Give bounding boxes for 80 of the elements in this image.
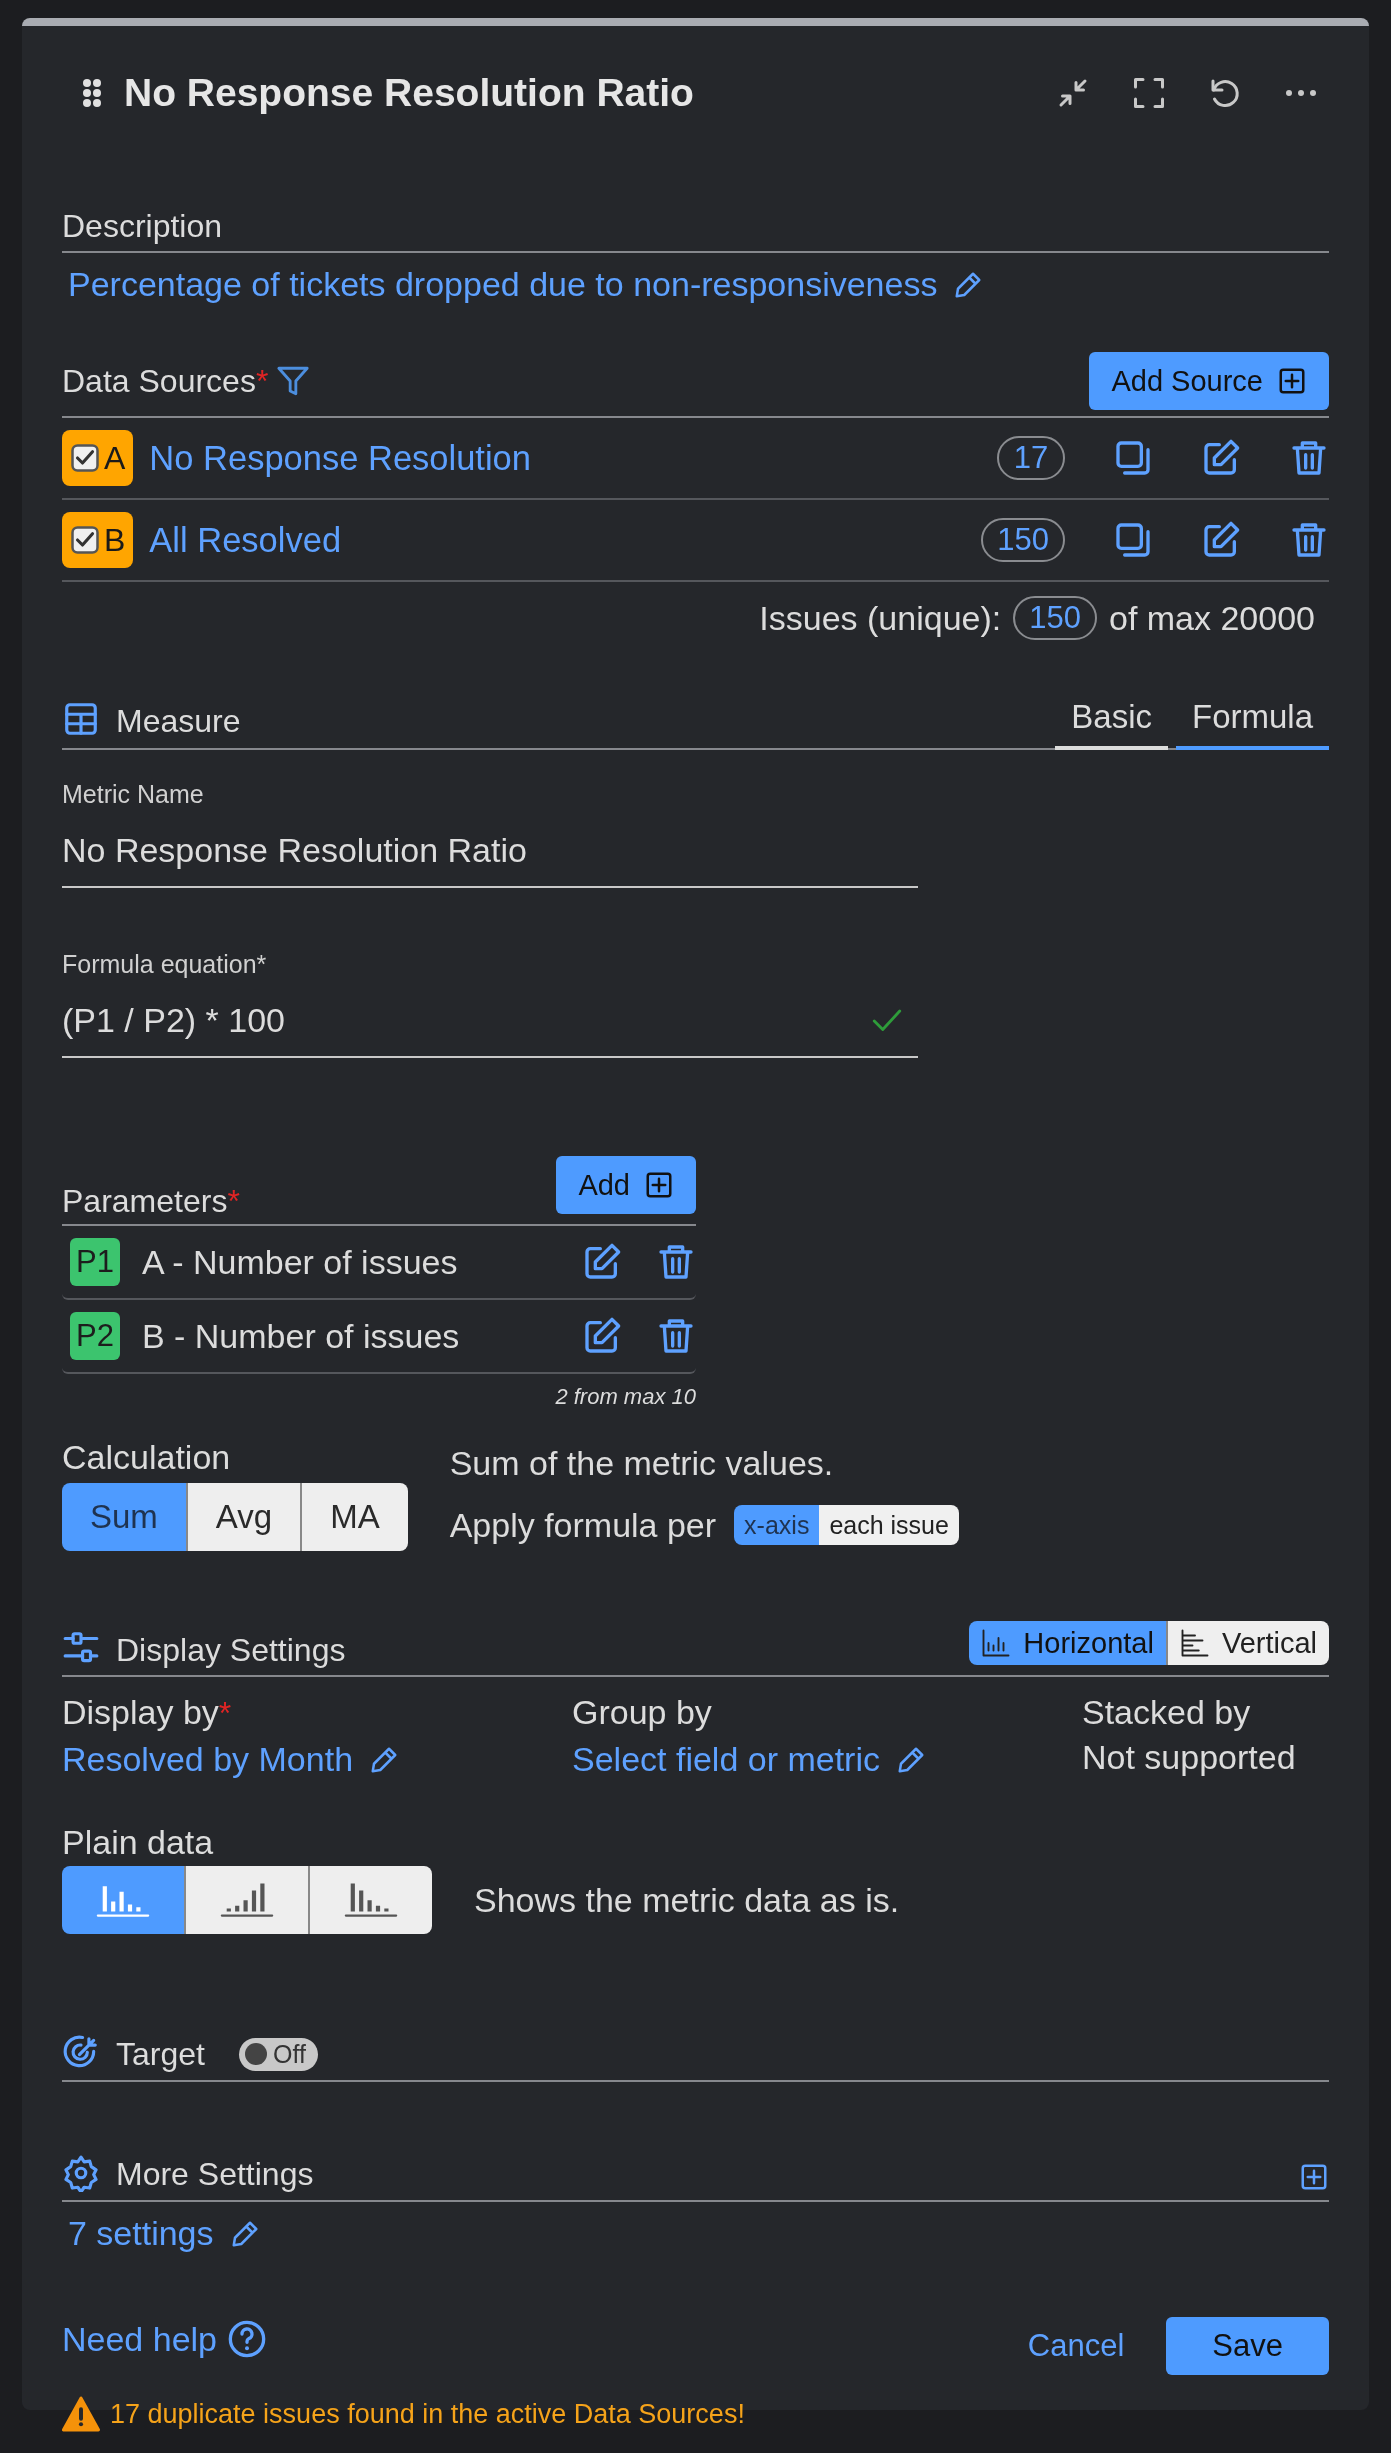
section-label: Calculation: [62, 1438, 232, 1477]
section-label: Description: [62, 208, 223, 245]
plus-icon: [1277, 366, 1307, 396]
metric-name-field[interactable]: No Response Resolution Ratio: [62, 809, 918, 888]
field-label: Display by: [62, 1693, 219, 1731]
column-chart-icon: [981, 1628, 1012, 1658]
required-mark: *: [218, 1695, 232, 1731]
ascending-chart-option[interactable]: [184, 1866, 308, 1934]
tab[interactable]: Formula: [1175, 698, 1329, 750]
required-mark: *: [227, 1183, 240, 1220]
filter-icon[interactable]: [276, 364, 311, 398]
parameter-limit-note: 2 from max 10: [555, 1384, 696, 1410]
apply-option[interactable]: x-axis: [734, 1505, 820, 1545]
tab[interactable]: Basic: [1055, 698, 1168, 750]
description-link[interactable]: Percentage of tickets dropped due to non-responsiveness: [68, 265, 938, 304]
summary-max: of max 20000: [1108, 598, 1315, 638]
add-source-button[interactable]: Add Source: [1089, 352, 1329, 410]
checkbox[interactable]: [70, 443, 100, 473]
display-by-link[interactable]: Resolved by Month: [62, 1740, 354, 1779]
bar-chart-icon: [1179, 1628, 1210, 1658]
parameter-tag: P2: [70, 1312, 120, 1360]
copy-icon[interactable]: [1113, 438, 1153, 478]
parameter-name: B - Number of issues: [141, 1316, 460, 1356]
field-label: Metric Name: [62, 780, 204, 808]
section-label: Parameters: [62, 1183, 228, 1220]
source-link[interactable]: All Resolved: [149, 520, 342, 560]
plain-chart-option[interactable]: [62, 1866, 184, 1934]
field-label: Stacked by: [1082, 1693, 1251, 1732]
orientation-option[interactable]: Horizontal: [969, 1621, 1166, 1665]
descending-chart-option[interactable]: [308, 1866, 432, 1934]
cancel-button[interactable]: Cancel: [1021, 2328, 1131, 2364]
section-label: More Settings: [116, 2155, 314, 2193]
save-button[interactable]: Save: [1166, 2317, 1329, 2375]
apply-option[interactable]: each issue: [819, 1505, 959, 1545]
fullscreen-icon[interactable]: [1131, 75, 1167, 111]
field-label: Group by: [572, 1693, 713, 1732]
expand-icon[interactable]: [1299, 2162, 1329, 2192]
calculation-option[interactable]: Avg: [185, 1483, 301, 1551]
issue-count: 17: [997, 436, 1065, 480]
edit-icon[interactable]: [1201, 438, 1241, 478]
parameter-tag: P1: [70, 1238, 120, 1286]
parameter-name: A - Number of issues: [141, 1242, 458, 1282]
section-label: Display Settings: [116, 1632, 346, 1669]
plus-icon: [644, 1170, 674, 1200]
plain-data-description: Shows the metric data as is.: [474, 1880, 900, 1920]
widget-title: No Response Resolution Ratio: [124, 71, 694, 115]
help-icon[interactable]: [227, 2319, 267, 2359]
calculation-option[interactable]: Sum: [62, 1483, 186, 1551]
copy-icon[interactable]: [1113, 520, 1153, 560]
help-link[interactable]: Need help: [62, 2319, 217, 2359]
edit-icon[interactable]: [582, 1242, 622, 1282]
source-link[interactable]: No Response Resolution: [149, 438, 531, 478]
apply-label: Apply formula per: [449, 1505, 717, 1545]
settings-icon: [62, 2154, 100, 2192]
warning-message: 17 duplicate issues found in the active Data Sources!: [110, 2398, 745, 2430]
target-toggle[interactable]: Off: [238, 2037, 318, 2071]
checkbox[interactable]: [70, 525, 100, 555]
source-badge[interactable]: A: [62, 430, 134, 486]
settings-link[interactable]: 7 settings: [68, 2214, 214, 2253]
stacked-by-value: Not supported: [1082, 1738, 1296, 1777]
group-by-link[interactable]: Select field or metric: [572, 1740, 880, 1779]
field-label: Plain data: [62, 1823, 215, 1862]
edit-icon[interactable]: [1201, 520, 1241, 560]
drag-handle-icon[interactable]: [82, 78, 102, 108]
field-label: Formula equation*: [62, 950, 267, 978]
source-badge[interactable]: B: [62, 512, 134, 568]
required-mark: *: [255, 362, 269, 400]
section-label: Data Sources: [62, 362, 256, 400]
section-label: Target: [116, 2035, 205, 2073]
add-parameter-button[interactable]: Add: [556, 1156, 696, 1214]
issue-count: 150: [981, 518, 1065, 562]
summary-label: Issues (unique):: [759, 598, 1002, 638]
unique-count: 150: [1013, 596, 1097, 640]
calculation-option[interactable]: MA: [300, 1483, 408, 1551]
section-label: Measure: [116, 703, 241, 741]
calculation-description: Sum of the metric values.: [449, 1444, 835, 1483]
formula-field[interactable]: (P1 / P2) * 100: [62, 979, 918, 1058]
edit-icon[interactable]: [582, 1316, 622, 1356]
orientation-option[interactable]: Vertical: [1165, 1621, 1329, 1665]
table-icon: [62, 700, 100, 738]
